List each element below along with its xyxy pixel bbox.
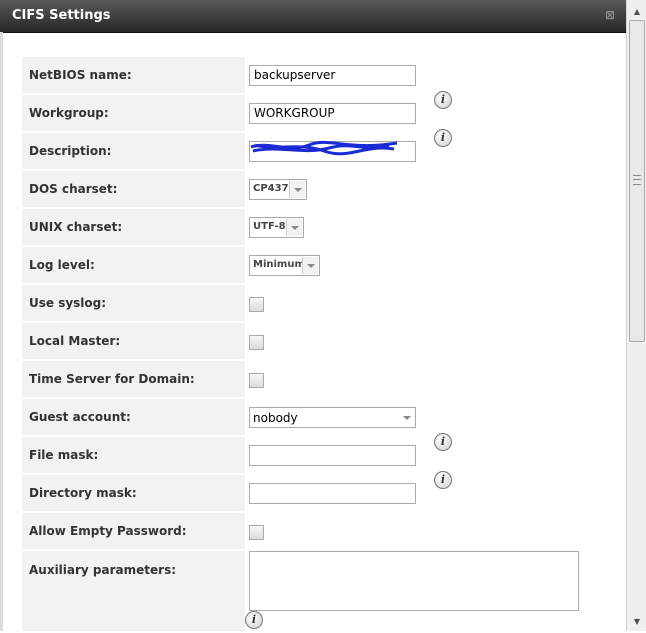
workgroup-label: Workgroup: [22,95,245,131]
scroll-up-icon[interactable]: ▲ [627,4,646,20]
auxiliary-info-icon[interactable]: i [245,611,263,629]
allow-empty-password-checkbox[interactable] [249,524,264,540]
use-syslog-checkbox[interactable] [249,296,264,312]
row-guest-account: Guest account: nobody [22,399,580,435]
row-auxiliary: Auxiliary parameters: i [22,551,580,631]
allow-empty-password-label: Allow Empty Password: [22,513,245,549]
row-workgroup: Workgroup: i [22,91,580,131]
row-file-mask: File mask: i [22,433,580,473]
local-master-label: Local Master: [22,323,245,359]
unix-charset-select[interactable]: UTF-8 [249,216,304,238]
file-mask-input[interactable] [249,444,416,466]
title-bar[interactable]: CIFS Settings ⊠ [0,0,646,33]
dos-charset-label: DOS charset: [22,171,245,207]
unix-charset-label: UNIX charset: [22,209,245,245]
guest-account-select[interactable]: nobody [249,406,416,428]
row-local-master: Local Master: [22,323,580,359]
vertical-scrollbar[interactable]: ▲ ▼ [626,0,646,631]
file-mask-info-icon[interactable]: i [434,433,452,451]
guest-account-value: nobody [253,410,298,425]
unix-charset-value: UTF-8 [253,220,286,232]
row-use-syslog: Use syslog: [22,285,580,321]
chevron-down-icon[interactable] [399,408,414,426]
description-info-icon[interactable]: i [434,129,452,147]
close-icon[interactable]: ⊠ [603,8,617,22]
redaction-scribble [250,140,398,156]
log-level-select[interactable]: Minimum [249,254,320,276]
grip-icon [633,175,641,185]
row-description: Description: i [22,129,580,169]
row-netbios: NetBIOS name: [22,57,580,93]
log-level-value: Minimum [253,258,305,270]
cifs-form: NetBIOS name: Workgroup: i Description: … [22,55,580,633]
directory-mask-info-icon[interactable]: i [434,471,452,489]
time-server-checkbox[interactable] [249,372,264,388]
row-allow-empty-password: Allow Empty Password: [22,513,580,549]
row-log-level: Log level: Minimum [22,247,580,283]
scrollbar-thumb[interactable] [629,20,645,342]
netbios-input[interactable] [249,64,416,86]
dialog-left-border [0,32,3,631]
directory-mask-input[interactable] [249,482,416,504]
netbios-label: NetBIOS name: [22,57,245,93]
chevron-down-icon[interactable] [289,180,305,198]
chevron-down-icon[interactable] [302,256,318,274]
chevron-down-icon[interactable] [286,218,302,236]
time-server-label: Time Server for Domain: [22,361,245,397]
workgroup-info-icon[interactable]: i [434,91,452,109]
file-mask-label: File mask: [22,437,245,473]
auxiliary-textarea[interactable] [249,551,579,611]
guest-account-label: Guest account: [22,399,245,435]
cifs-settings-dialog: CIFS Settings ⊠ NetBIOS name: Workgroup:… [0,0,646,631]
log-level-label: Log level: [22,247,245,283]
local-master-checkbox[interactable] [249,334,264,350]
row-dos-charset: DOS charset: CP437 [22,171,580,207]
workgroup-input[interactable] [249,102,416,124]
row-unix-charset: UNIX charset: UTF-8 [22,209,580,245]
dialog-title: CIFS Settings [12,8,111,23]
row-directory-mask: Directory mask: i [22,471,580,511]
use-syslog-label: Use syslog: [22,285,245,321]
directory-mask-label: Directory mask: [22,475,245,511]
auxiliary-label: Auxiliary parameters: [22,551,245,631]
scroll-down-icon[interactable]: ▼ [627,614,646,630]
dos-charset-select[interactable]: CP437 [249,178,307,200]
description-label: Description: [22,133,245,169]
row-time-server: Time Server for Domain: [22,361,580,397]
dos-charset-value: CP437 [253,182,289,194]
